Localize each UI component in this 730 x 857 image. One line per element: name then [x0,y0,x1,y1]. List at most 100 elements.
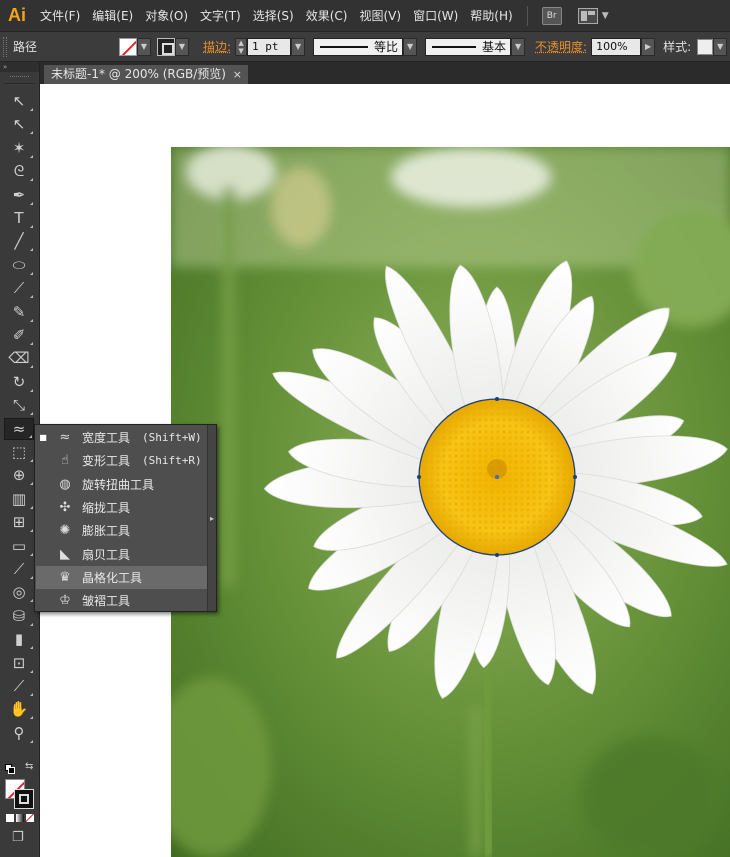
artboard-tool[interactable]: ⊡ [4,652,34,674]
opacity-input[interactable]: 100% [591,37,642,56]
pencil-tool[interactable]: ✎ [4,301,34,323]
flyout-item-label: 晶格化工具 [82,570,143,585]
stroke-label[interactable]: 描边: [203,38,231,55]
stroke-color-icon[interactable] [14,789,34,809]
flyout-item[interactable]: ■ ≈ 宽度工具 (Shift+W) [36,426,208,449]
stroke-dropdown[interactable]: ▼ [175,37,189,56]
blend-tool[interactable]: ◎ [4,581,34,603]
flyout-item[interactable]: ✣ 缩拢工具 [36,496,208,519]
perspective-grid-tool[interactable]: ▥ [4,488,34,510]
width-tool-icon: ≈ [59,430,71,445]
free-transform-tool[interactable]: ⬚ [4,441,34,463]
pucker-tool-icon: ✣ [59,499,71,515]
color-mode-buttons[interactable] [6,814,34,824]
flyout-indicator-icon [30,553,33,556]
menu-item[interactable]: 编辑(E) [86,0,139,32]
blob-brush-tool[interactable]: ✐ [4,324,34,346]
flyout-indicator-icon [30,740,33,743]
flyout-tearoff-button[interactable]: ▸ [207,425,216,611]
close-icon[interactable]: × [233,65,242,84]
zoom-tool[interactable]: ⚲ [4,722,34,744]
ellipse-tool[interactable]: ⬭ [4,254,34,276]
flyout-item[interactable]: ◍ 旋转扭曲工具 [36,473,208,496]
shape-builder-tool[interactable]: ⊕ [4,464,34,486]
menu-items: 文件(F) 编辑(E) 对象(O) 文字(T) 选择(S) 效果(C) 视图(V) 窗口(W)… [34,0,519,32]
none-mode-icon[interactable] [26,814,34,822]
menu-item[interactable]: 对象(O) [139,0,194,32]
menu-item[interactable]: 窗口(W) [407,0,464,32]
menu-item[interactable]: 帮助(H) [464,0,518,32]
width-tool[interactable]: ≈ [4,418,34,440]
bridge-icon[interactable]: Br [541,6,562,25]
rotate-tool[interactable]: ↻ [4,371,34,393]
style-dropdown[interactable]: ▼ [713,37,728,56]
type-tool-icon: T [14,209,24,227]
stroke-weight-stepper[interactable]: ▲ ▼ [235,37,248,56]
stroke-swatch[interactable] [157,37,175,56]
slice-tool[interactable]: ⟋ [4,675,34,697]
mesh-tool[interactable]: ⊞ [4,511,34,533]
brush-dropdown[interactable]: ▼ [511,37,526,56]
lasso-tool[interactable]: ᘓ [4,160,34,182]
graphic-style-swatch[interactable] [697,38,714,55]
type-tool[interactable]: T [4,207,34,229]
selection-tool[interactable]: ↖ [4,90,34,112]
variable-width-profile[interactable]: 等比 [313,37,404,56]
screen-mode-icon[interactable]: ❐ [12,830,24,845]
fill-dropdown[interactable]: ▼ [137,37,151,56]
app-logo: Ai [8,5,26,25]
flyout-indicator-icon [30,716,33,719]
flyout-item-label: 旋转扭曲工具 [82,477,155,492]
brush-definition[interactable]: 基本 [425,37,512,56]
menu-item[interactable]: 选择(S) [247,0,300,32]
scale-tool[interactable]: ⤡ [4,394,34,416]
hand-tool[interactable]: ✋ [4,698,34,720]
flyout-indicator-icon [30,295,33,298]
column-graph-tool-icon: ▮ [14,630,24,648]
control-bar: 路径 ▼ ▼ 描边: ▲ ▼ 1 pt ▼ 等比 ▼ 基本 ▼ 不透明度: 100… [0,32,730,62]
menu-item[interactable]: 文件(F) [34,0,86,32]
gradient-mode-icon[interactable] [16,814,24,822]
symbol-sprayer-tool[interactable]: ⛁ [4,605,34,627]
magic-wand-tool[interactable]: ✶ [4,137,34,159]
stroke-weight-dropdown[interactable]: ▼ [291,37,306,56]
blend-tool-icon: ◎ [12,583,26,601]
flyout-item[interactable]: ◣ 扇贝工具 [36,543,208,566]
line-segment-tool[interactable]: ╱ [4,230,34,252]
flyout-indicator-icon [30,646,33,649]
color-mode-icon[interactable] [6,814,14,822]
pen-tool[interactable]: ✒ [4,184,34,206]
flyout-item[interactable]: ♔ 皱褶工具 [36,589,208,612]
flyout-item-shortcut: (Shift+W) [142,431,202,444]
menu-item[interactable]: 视图(V) [353,0,407,32]
profile-dropdown[interactable]: ▼ [403,37,418,56]
default-colors-icon[interactable] [5,764,17,774]
swap-colors-icon[interactable]: ⇆ [25,761,33,772]
menu-item[interactable]: 效果(C) [300,0,354,32]
selection-tool-icon: ↖ [12,92,26,110]
arrange-documents-icon[interactable] [577,7,598,24]
eyedropper-tool[interactable]: ⟋ [4,558,34,580]
flyout-item[interactable]: ✺ 膨胀工具 [36,519,208,542]
direct-selection-tool[interactable]: ↖ [4,113,34,135]
document-tab[interactable]: 未标题-1* @ 200% (RGB/预览) × [44,65,248,84]
chevron-down-icon[interactable]: ▼ [602,11,609,21]
column-graph-tool[interactable]: ▮ [4,628,34,650]
direct-selection-tool-icon: ↖ [12,115,26,133]
eraser-tool[interactable]: ⌫ [4,347,34,369]
flyout-item-label: 扇贝工具 [82,547,131,562]
stroke-weight-input[interactable]: 1 pt [247,37,292,56]
flyout-item[interactable]: ☝ 变形工具 (Shift+R) [36,449,208,472]
tools-panel-collapse[interactable]: » [0,62,39,72]
panel-grip[interactable] [3,36,7,57]
tools-panel-grip[interactable] [4,72,35,84]
flyout-item[interactable]: ♛ 晶格化工具 [36,565,208,589]
opacity-label[interactable]: 不透明度: [535,38,587,55]
gradient-tool[interactable]: ▭ [4,535,34,557]
fill-swatch[interactable] [119,37,137,56]
opacity-dropdown[interactable]: ▶ [641,37,656,56]
hand-tool-icon: ✋ [9,700,29,718]
twirl-tool-icon: ◍ [59,476,71,492]
menu-item[interactable]: 文字(T) [194,0,247,32]
paintbrush-tool[interactable]: ⟋ [4,277,34,299]
